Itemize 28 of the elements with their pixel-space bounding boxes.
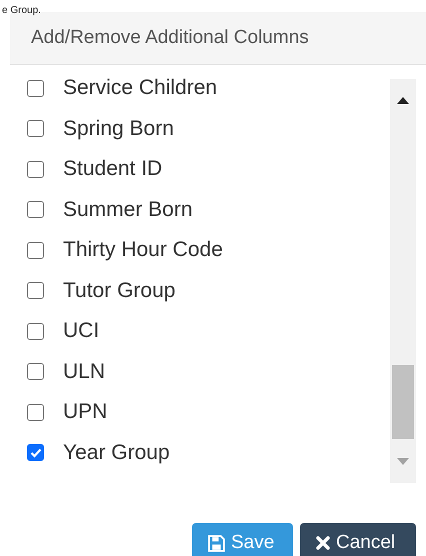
checkbox[interactable]: [27, 404, 44, 421]
column-label[interactable]: ULN: [63, 360, 106, 384]
column-label[interactable]: Summer Born: [63, 198, 193, 222]
column-label[interactable]: UPN: [63, 400, 108, 424]
checkbox[interactable]: [27, 160, 44, 178]
checkbox[interactable]: [27, 80, 44, 97]
scrollbar-thumb[interactable]: [392, 365, 414, 439]
panel-title: Add/Remove Additional Columns: [31, 27, 309, 49]
column-label[interactable]: UCI: [63, 319, 100, 344]
checkbox[interactable]: [27, 282, 44, 300]
checkbox[interactable]: [27, 322, 44, 340]
checkbox[interactable]: [27, 444, 44, 462]
checkbox[interactable]: [27, 120, 44, 138]
scroll-up-icon[interactable]: [397, 96, 409, 104]
column-label[interactable]: Spring Born: [63, 116, 174, 141]
column-label[interactable]: Thirty Hour Code: [63, 238, 223, 262]
column-label[interactable]: Student ID: [63, 157, 162, 182]
cancel-button[interactable]: Cancel: [300, 523, 416, 556]
checkbox[interactable]: [27, 201, 44, 218]
scrollbar[interactable]: [390, 79, 416, 483]
column-label[interactable]: Service Children: [63, 76, 218, 100]
save-icon: [208, 534, 225, 552]
heading-text: e Group.: [2, 5, 41, 16]
checkbox[interactable]: [27, 363, 44, 380]
column-label[interactable]: Tutor Group: [63, 278, 176, 303]
close-icon: [316, 536, 330, 550]
checkbox[interactable]: [27, 242, 44, 259]
column-label[interactable]: Year Group: [63, 440, 170, 465]
